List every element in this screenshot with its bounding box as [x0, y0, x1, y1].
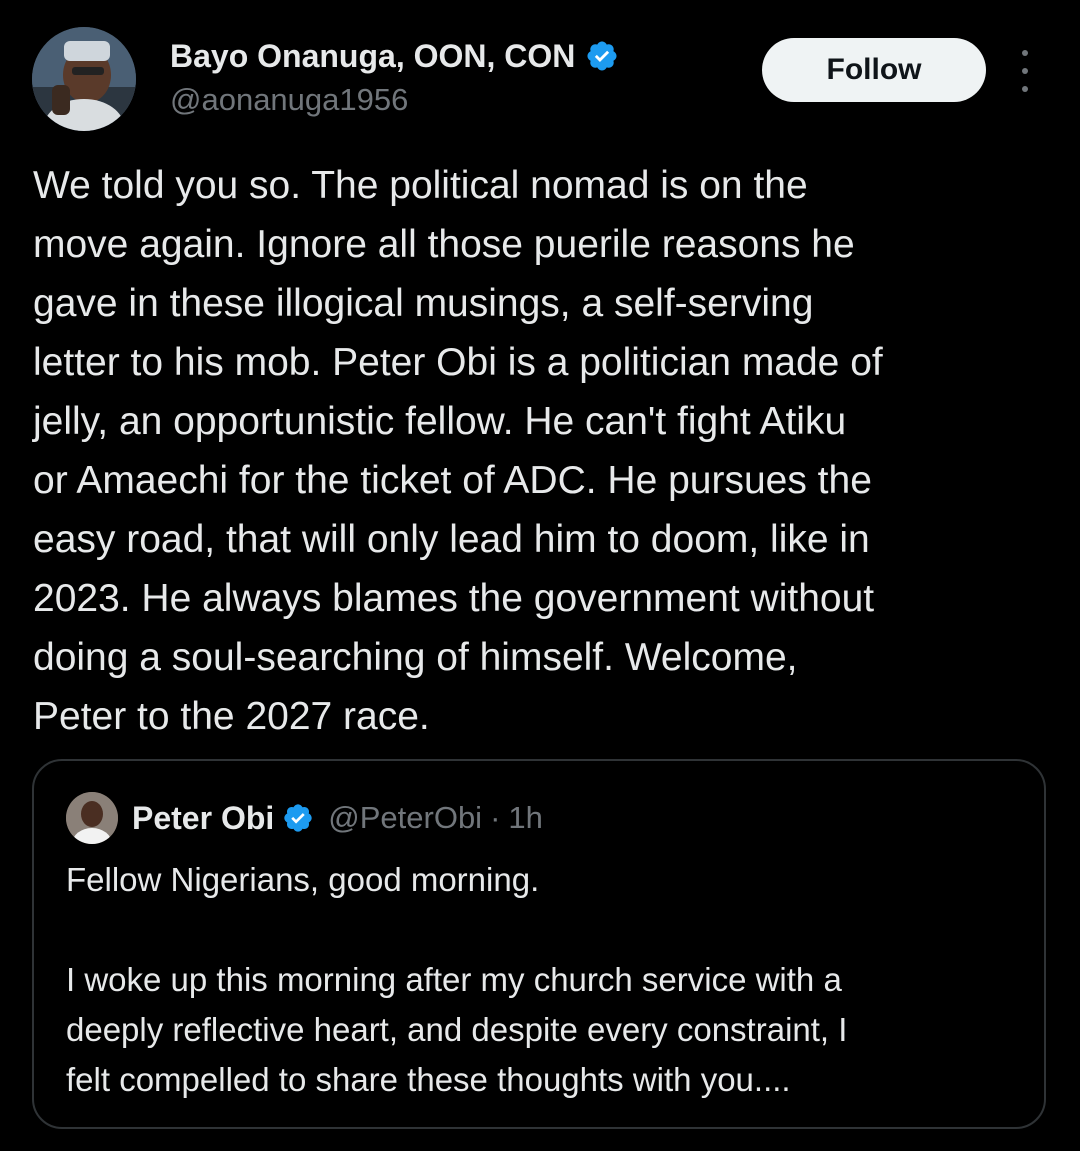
quoted-paragraph-line: deeply reflective heart, and despite eve… — [66, 1011, 848, 1048]
quoted-tweet-timestamp[interactable]: 1h — [508, 800, 542, 836]
author-handle[interactable]: @aonanuga1956 — [170, 82, 730, 118]
verified-badge-icon — [282, 802, 314, 834]
tweet-text: We told you so. The political nomad is o… — [33, 164, 883, 738]
quoted-paragraph: Fellow Nigerians, good morning. — [66, 861, 540, 898]
quoted-author-avatar[interactable] — [66, 792, 118, 844]
quoted-paragraph-line: I woke up this morning after my church s… — [66, 961, 842, 998]
author-avatar[interactable] — [32, 27, 136, 131]
more-options-icon[interactable] — [1010, 50, 1040, 92]
quoted-tweet-header: Peter Obi @PeterObi · 1h — [66, 792, 543, 844]
tweet-header: Bayo Onanuga, OON, CON @aonanuga1956 Fol… — [0, 0, 1080, 150]
quoted-tweet-card[interactable]: Peter Obi @PeterObi · 1h Fellow Nigerian… — [32, 759, 1046, 1129]
quoted-paragraph-line: felt compelled to share these thoughts w… — [66, 1061, 791, 1098]
verified-badge-icon — [585, 39, 619, 73]
author-info: Bayo Onanuga, OON, CON @aonanuga1956 — [170, 36, 730, 118]
quoted-author-handle[interactable]: @PeterObi — [328, 800, 482, 836]
separator-dot: · — [490, 800, 501, 835]
quoted-author-name[interactable]: Peter Obi — [132, 800, 274, 837]
follow-button[interactable]: Follow — [762, 38, 986, 102]
display-name-row: Bayo Onanuga, OON, CON — [170, 36, 730, 76]
more-dot — [1022, 86, 1028, 92]
quoted-tweet-text: Fellow Nigerians, good morning. I woke u… — [66, 855, 1026, 1105]
more-dot — [1022, 68, 1028, 74]
author-display-name[interactable]: Bayo Onanuga, OON, CON — [170, 38, 575, 75]
more-dot — [1022, 50, 1028, 56]
